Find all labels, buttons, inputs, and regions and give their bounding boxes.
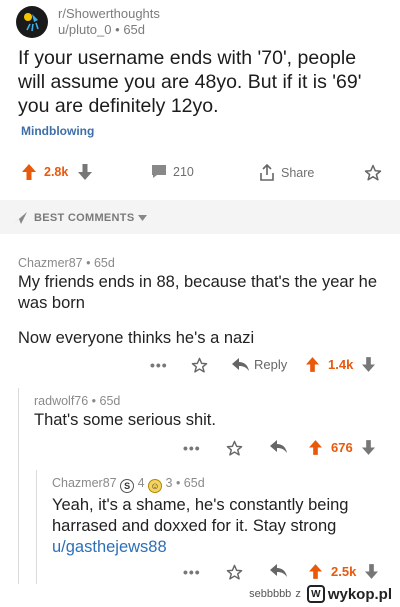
comment-icon [152, 165, 166, 178]
comment-1-body-line1: My friends ends in 88, because that's th… [18, 273, 378, 312]
comment-2-body: That's some serious shit. [34, 411, 216, 429]
silver-award-icon: S [120, 479, 135, 493]
reply-label: Reply [254, 357, 288, 372]
comment-1-age: 65d [93, 256, 115, 270]
upvote-icon[interactable] [309, 564, 322, 579]
more-options-icon[interactable]: ••• [150, 357, 168, 373]
comment-count: 210 [173, 164, 194, 179]
comments-button[interactable]: 210 [151, 164, 194, 179]
wykop-logo: W wykop.pl [306, 585, 392, 603]
post-flair[interactable]: Mindblowing [21, 124, 94, 138]
gold-award-count: 3 [165, 476, 173, 490]
meta-separator: • [115, 22, 120, 37]
post-age: 65d [123, 22, 146, 37]
downvote-icon[interactable] [362, 357, 376, 372]
save-post-button[interactable] [364, 164, 382, 182]
comment-sort-bar[interactable]: BEST COMMENTS [0, 200, 400, 234]
silver-award-count: 4 [137, 476, 145, 490]
comment-3-reply-button[interactable] [270, 564, 287, 577]
rocket-icon [13, 212, 27, 224]
comment-3-meta: Chazmer87 S 4 ☺ 3 • 65d [52, 476, 205, 493]
comment-2-reply-button[interactable] [270, 440, 287, 453]
comment-2-vote-count: 676 [331, 440, 353, 455]
share-button[interactable]: Share [259, 164, 314, 181]
comment-1-vote-count: 1.4k [328, 357, 354, 372]
watermark-z: z [295, 588, 301, 600]
star-icon [364, 164, 382, 181]
comment-2-author[interactable]: radwolf76 [34, 394, 88, 408]
star-icon [191, 357, 208, 373]
wykop-box-icon: W [306, 585, 325, 603]
upvote-icon[interactable] [309, 440, 322, 455]
more-options-icon[interactable]: ••• [183, 440, 201, 456]
wykop-site: wykop.pl [327, 585, 392, 603]
comment-1-actions: ••• Reply 1.4k [0, 357, 400, 377]
comment-3-user-link[interactable]: u/gasthejews88 [52, 538, 167, 556]
comment-2-meta: radwolf76 • 65d [34, 394, 121, 408]
downvote-icon[interactable] [365, 564, 379, 579]
comment-2-age: 65d [99, 394, 121, 408]
thread-line-level-1 [18, 388, 19, 584]
comment-3-text: Yeah, it's a shame, he's constantly bein… [52, 496, 349, 535]
comment-3-actions: ••• 2.5k [0, 564, 400, 584]
downvote-icon[interactable] [78, 164, 93, 180]
subreddit-icon[interactable] [16, 6, 48, 38]
sort-label: BEST COMMENTS [34, 212, 135, 224]
uploader-name: sebbbbb [249, 588, 292, 600]
reply-icon [270, 440, 287, 453]
post-author-line: u/pluto_0 • 65d [58, 22, 160, 38]
reply-icon [232, 358, 249, 371]
post-action-bar: 2.8k 210 Share [0, 162, 400, 186]
comment-3-age: 65d [183, 476, 205, 490]
comment-3-save[interactable] [226, 564, 243, 581]
upvote-icon[interactable] [22, 164, 36, 180]
comment-1-author[interactable]: Chazmer87 [18, 256, 83, 270]
comment-1-save[interactable] [191, 357, 208, 374]
comment-1-reply-button[interactable]: Reply [232, 357, 287, 372]
comment-3-author[interactable]: Chazmer87 [52, 476, 117, 490]
star-icon [226, 564, 243, 580]
watermark: sebbbbb z W wykop.pl [249, 585, 392, 603]
comment-2-votes: 676 [309, 440, 375, 455]
upvote-icon[interactable] [306, 357, 319, 372]
post-vote-count: 2.8k [44, 165, 69, 179]
post-vote-group: 2.8k [22, 164, 93, 180]
post-header: r/Showerthoughts u/pluto_0 • 65d [16, 6, 160, 38]
comment-1-body-line2: Now everyone thinks he's a nazi [18, 329, 255, 347]
more-options-icon[interactable]: ••• [183, 564, 201, 580]
comment-2-actions: ••• 676 [0, 440, 400, 460]
share-label: Share [281, 165, 315, 180]
reply-icon [270, 564, 287, 577]
comment-3-body: Yeah, it's a shame, he's constantly bein… [52, 495, 392, 558]
star-icon [226, 440, 243, 456]
post-title[interactable]: If your username ends with '70', people … [18, 46, 388, 118]
post-author[interactable]: u/pluto_0 [58, 22, 112, 37]
subreddit-name[interactable]: r/Showerthoughts [58, 6, 160, 22]
gold-award-icon: ☺ [148, 479, 163, 493]
caret-down-icon [138, 215, 147, 221]
share-icon [260, 164, 274, 181]
comment-1-votes: 1.4k [306, 357, 376, 372]
downvote-icon[interactable] [361, 440, 375, 455]
comment-2-save[interactable] [226, 440, 243, 457]
comment-1-meta: Chazmer87 • 65d [18, 256, 115, 270]
comment-3-votes: 2.5k [309, 564, 379, 579]
comment-3-vote-count: 2.5k [331, 564, 357, 579]
